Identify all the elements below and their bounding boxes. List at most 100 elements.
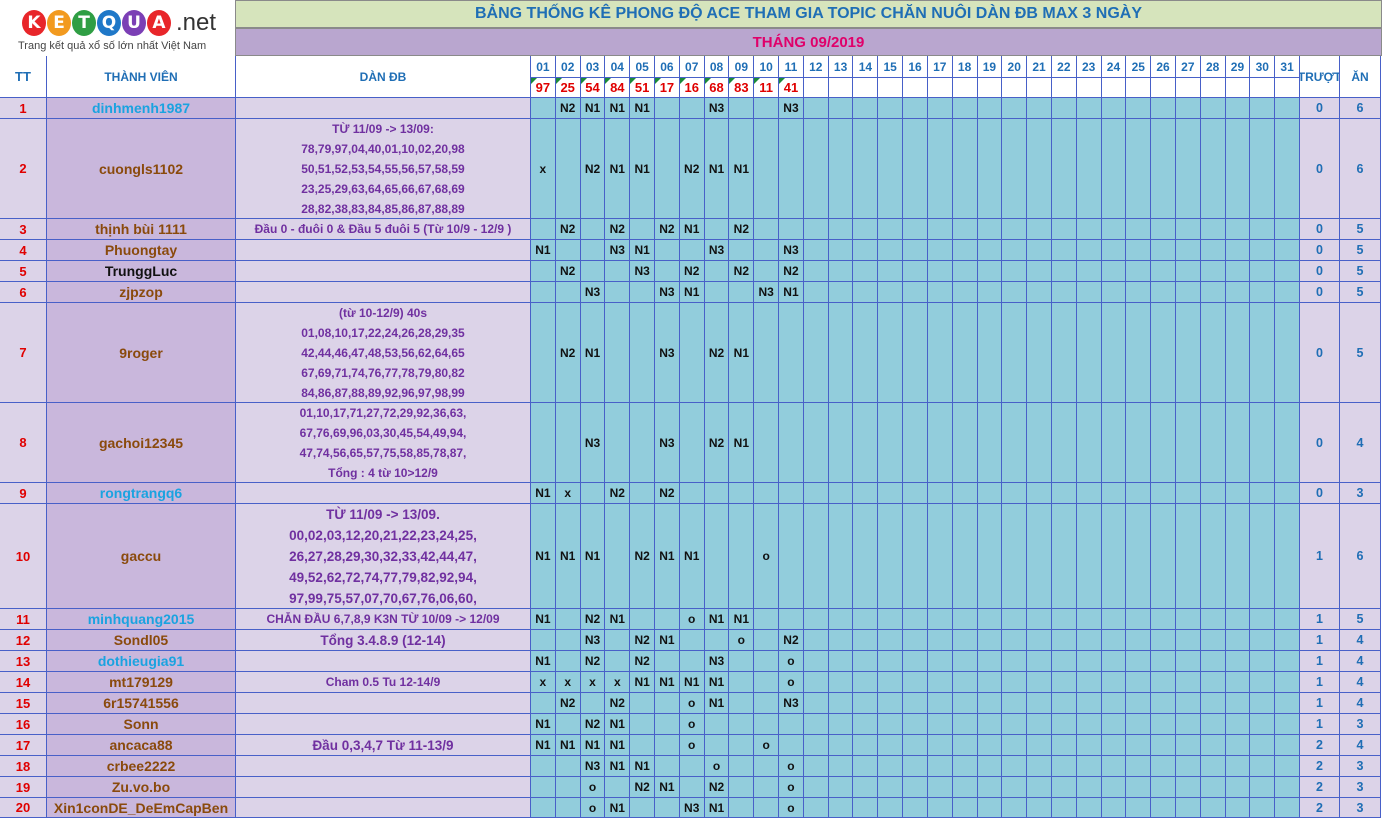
day-mark [803, 303, 829, 403]
day-mark: N1 [630, 98, 656, 119]
member-name[interactable]: Sonn [47, 714, 236, 735]
win-count: 3 [1340, 777, 1381, 798]
day-mark [878, 403, 904, 483]
header-day: 05 [630, 56, 656, 78]
day-mark [779, 119, 804, 219]
day-mark [704, 630, 730, 651]
day-mark [1101, 609, 1127, 630]
day-mark [828, 240, 854, 261]
day-mark [1200, 119, 1226, 219]
day-mark: N3 [704, 651, 730, 672]
day-mark [630, 219, 656, 240]
member-name[interactable]: 9roger [47, 303, 236, 403]
day-mark [1126, 240, 1152, 261]
member-name[interactable]: ancaca88 [47, 735, 236, 756]
day-mark [952, 98, 978, 119]
day-mark [754, 261, 780, 282]
day-mark [1002, 735, 1028, 756]
day-mark [1002, 403, 1028, 483]
dan-line: Đầu 0,3,4,7 Từ 11-13/9 [312, 737, 454, 753]
member-name[interactable]: crbee2222 [47, 756, 236, 777]
day-mark [555, 798, 581, 818]
day-mark [903, 504, 928, 609]
day-mark [704, 219, 730, 240]
member-name[interactable]: minhquang2015 [47, 609, 236, 630]
day-mark [754, 672, 780, 693]
member-name[interactable]: Phuongtay [47, 240, 236, 261]
sheet-title: BẢNG THỐNG KÊ PHONG ĐỘ ACE THAM GIA TOPI… [235, 0, 1382, 28]
day-mark [1002, 240, 1028, 261]
day-mark [927, 672, 953, 693]
comment-marker-icon [679, 78, 686, 84]
day-mark [1200, 403, 1226, 483]
member-name[interactable]: dothieugia91 [47, 651, 236, 672]
day-mark [1250, 777, 1276, 798]
day-mark [952, 219, 978, 240]
member-name[interactable]: gaccu [47, 504, 236, 609]
day-mark [952, 630, 978, 651]
member-name[interactable]: Sondl05 [47, 630, 236, 651]
day-mark [679, 483, 705, 504]
day-mark [828, 756, 854, 777]
day-mark [853, 282, 879, 303]
day-mark: N3 [580, 403, 606, 483]
member-name[interactable]: Xin1conDE_DeEmCapBen [47, 798, 236, 818]
day-mark [531, 630, 556, 651]
day-mark [878, 504, 904, 609]
day-mark [1151, 798, 1176, 818]
day-mark [1200, 756, 1226, 777]
day-mark [655, 98, 680, 119]
day-mark [1076, 693, 1102, 714]
member-name[interactable]: cuongls1102 [47, 119, 236, 219]
member-name[interactable]: dinhmenh1987 [47, 98, 236, 119]
day-mark [853, 240, 879, 261]
member-name[interactable]: TrunggLuc [47, 261, 236, 282]
ketqua-logo[interactable]: K E T Q U A .net Trang kết quả xổ số lớn nhất … [0, 0, 235, 56]
member-name[interactable]: rongtrangq6 [47, 483, 236, 504]
day-mark [729, 735, 755, 756]
day-mark [977, 609, 1003, 630]
day-mark [580, 219, 606, 240]
header-result: 84 [605, 78, 631, 98]
day-mark [555, 777, 581, 798]
member-name[interactable]: gachoi12345 [47, 403, 236, 483]
day-mark [803, 777, 829, 798]
day-mark: N2 [605, 219, 631, 240]
day-mark [1027, 261, 1052, 282]
day-mark [977, 651, 1003, 672]
day-mark [1175, 630, 1201, 651]
day-mark [1076, 714, 1102, 735]
miss-count: 0 [1300, 303, 1340, 403]
day-mark: o [779, 651, 804, 672]
day-mark [1002, 714, 1028, 735]
day-mark [1027, 98, 1052, 119]
member-name[interactable]: thịnh bùi 1111 [47, 219, 236, 240]
dan-line: Đầu 0 - đuôi 0 & Đầu 5 đuôi 5 (Từ 10/9 -… [254, 222, 512, 236]
member-name[interactable]: Zu.vo.bo [47, 777, 236, 798]
logo-letter: E [47, 10, 71, 36]
day-mark [878, 98, 904, 119]
member-name[interactable]: 6r15741556 [47, 693, 236, 714]
member-name[interactable]: zjpzop [47, 282, 236, 303]
day-mark [679, 98, 705, 119]
day-mark [853, 798, 879, 818]
miss-count: 1 [1300, 609, 1340, 630]
day-mark [1051, 714, 1077, 735]
day-mark [754, 119, 780, 219]
day-mark [679, 303, 705, 403]
day-mark [605, 403, 631, 483]
header-day: 03 [580, 56, 606, 78]
day-mark [952, 714, 978, 735]
miss-count: 2 [1300, 798, 1340, 818]
win-count: 4 [1340, 403, 1381, 483]
day-mark [1027, 672, 1052, 693]
day-mark [803, 119, 829, 219]
header-day: 18 [952, 56, 978, 78]
header-day: 27 [1175, 56, 1201, 78]
day-mark [878, 630, 904, 651]
day-mark [903, 735, 928, 756]
day-mark [1126, 735, 1152, 756]
day-mark [1076, 672, 1102, 693]
row-number: 12 [0, 630, 47, 651]
member-name[interactable]: mt179129 [47, 672, 236, 693]
